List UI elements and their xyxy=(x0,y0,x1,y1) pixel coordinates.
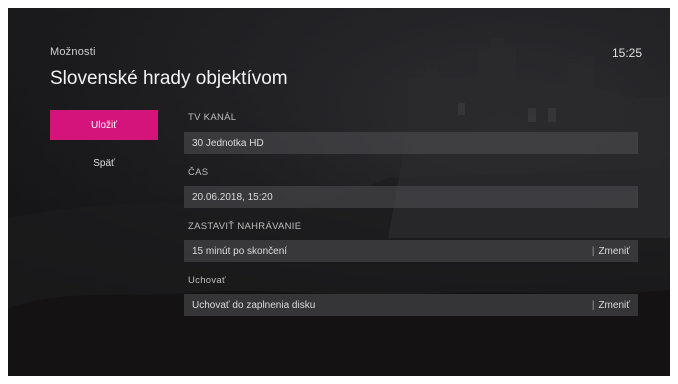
stop-recording-label: ZASTAVIŤ NAHRÁVANIE xyxy=(188,221,302,232)
separator: | xyxy=(591,299,595,311)
separator: | xyxy=(591,245,595,257)
back-button[interactable]: Späť xyxy=(50,148,158,178)
keep-value: Uchovať do zaplnenia disku xyxy=(192,299,316,311)
clock: 15:25 xyxy=(611,46,642,60)
channel-value: 30 Jednotka HD xyxy=(192,137,264,149)
time-field: 20.06.2018, 15:20 xyxy=(184,186,638,208)
channel-field: 30 Jednotka HD xyxy=(184,132,638,154)
tv-screen: Možnosti 15:25 Slovenské hrady objektívo… xyxy=(8,8,670,376)
channel-label: TV KANÁL xyxy=(188,112,237,123)
keep-change-label: Zmeniť xyxy=(598,299,630,311)
stop-recording-field[interactable]: 15 minút po skončení | Zmeniť xyxy=(184,240,638,262)
keep-field[interactable]: Uchovať do zaplnenia disku | Zmeniť xyxy=(184,294,638,316)
stop-recording-change-button[interactable]: | Zmeniť xyxy=(592,246,630,257)
page-title: Slovenské hrady objektívom xyxy=(50,68,288,89)
time-value: 20.06.2018, 15:20 xyxy=(192,191,273,203)
stop-recording-change-label: Zmeniť xyxy=(598,245,630,257)
time-label: ČAS xyxy=(188,167,209,178)
section-label: Možnosti xyxy=(50,46,96,58)
save-button[interactable]: Uložiť xyxy=(50,110,158,140)
stop-recording-value: 15 minút po skončení xyxy=(192,245,288,257)
keep-label: Uchovať xyxy=(188,275,226,286)
keep-change-button[interactable]: | Zmeniť xyxy=(592,300,630,311)
